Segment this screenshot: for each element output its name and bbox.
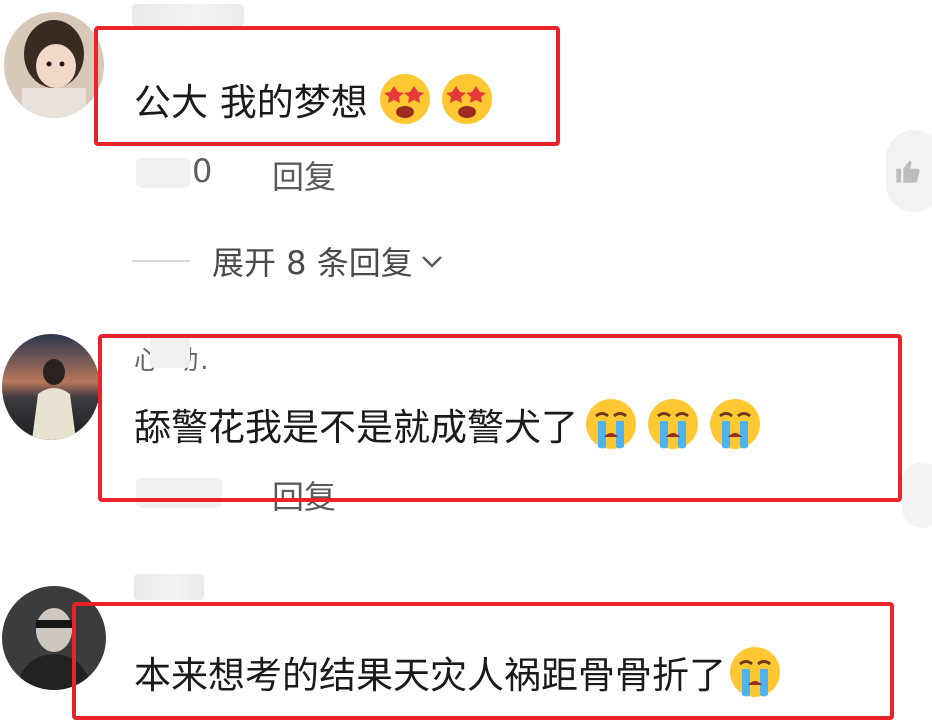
highlight-box [94, 26, 560, 146]
like-button[interactable] [902, 462, 932, 528]
like-button[interactable] [886, 130, 932, 212]
highlight-box [98, 334, 902, 502]
avatar[interactable] [2, 334, 100, 440]
timestamp-blurred [136, 158, 190, 188]
expand-replies-label[interactable]: 展开 8 条回复 [212, 238, 413, 284]
avatar[interactable] [4, 12, 104, 118]
username-blurred[interactable] [132, 4, 244, 26]
divider-line [132, 260, 190, 262]
reply-button[interactable]: 回复 [272, 152, 336, 198]
highlight-box [72, 602, 894, 720]
expand-replies[interactable]: 展开 8 条回复 [132, 238, 447, 284]
chevron-down-icon [421, 256, 442, 268]
username-blurred[interactable] [134, 574, 204, 600]
thumb-up-icon [896, 160, 920, 183]
timestamp-fragment: 0 [192, 152, 213, 190]
